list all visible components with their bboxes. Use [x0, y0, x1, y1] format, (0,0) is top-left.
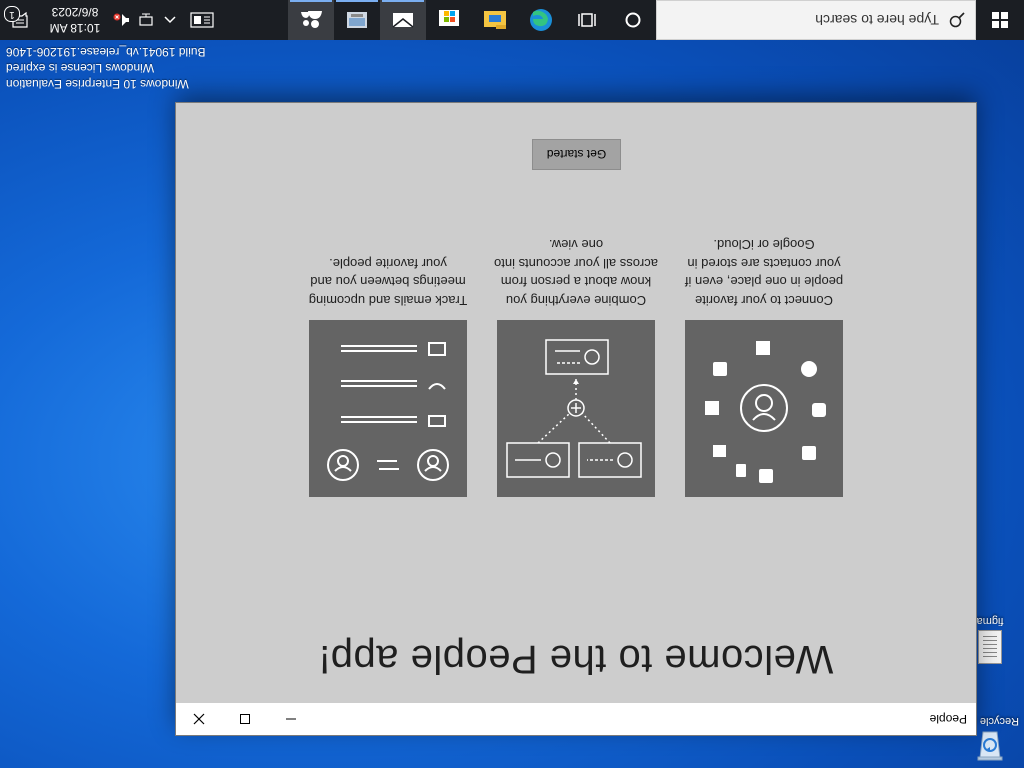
file-explorer-icon [484, 11, 506, 29]
edge-button[interactable] [518, 0, 564, 40]
people-window: People Welcome to the People app! Connec… [176, 103, 976, 735]
notification-count-badge: 1 [4, 6, 20, 22]
feature-description-connect: Connect to your favorite people in one p… [684, 237, 844, 309]
watermark-line-3: Build 19041.vb_release.191206-1406 [6, 45, 206, 59]
network-button[interactable] [134, 0, 158, 40]
minimize-button[interactable] [268, 703, 314, 735]
system-tray: 10:18 AM 8/6/2023 1 [0, 0, 222, 40]
close-button[interactable] [176, 703, 222, 735]
cortana-button[interactable] [610, 0, 656, 40]
cortana-icon [625, 12, 641, 28]
recycle-bin-image [973, 730, 1007, 766]
window-title-bar[interactable]: People [176, 703, 976, 735]
minimize-icon [286, 718, 296, 720]
show-hidden-icons-button[interactable] [158, 0, 182, 40]
skype-bubble-icon [713, 445, 726, 457]
combine-contacts-illustration [506, 339, 642, 478]
watermark-line-2: Windows License is expired [6, 61, 155, 75]
welcome-heading: Welcome to the People app! [318, 637, 834, 681]
search-icon [939, 12, 975, 28]
task-view-button[interactable] [564, 0, 610, 40]
taskbar-clock[interactable]: 10:18 AM 8/6/2023 [40, 4, 110, 36]
people-icon [301, 11, 322, 28]
windows-icon [705, 401, 719, 415]
news-widget-button[interactable] [182, 0, 222, 40]
watermark-line-1: Windows 10 Enterprise Evaluation [6, 77, 189, 91]
get-started-button[interactable]: Get started [532, 139, 621, 170]
file-manager-icon [347, 12, 367, 28]
microsoft-store-button[interactable] [426, 0, 472, 40]
connected-services-illustration [705, 341, 826, 483]
office-icon [759, 469, 773, 483]
news-icon [190, 12, 214, 28]
desktop: Recycle Bin figma People Welcome to the … [0, 0, 1024, 768]
action-center-button[interactable]: 1 [0, 0, 40, 40]
chevron-up-icon [164, 16, 176, 24]
file-manager-button[interactable] [334, 0, 380, 40]
taskbar: Type here to search 10:18 AM 8/6/2023 1 [0, 0, 1024, 40]
start-button[interactable] [976, 0, 1024, 40]
people-button[interactable] [288, 0, 334, 40]
feature-description-combine: Combine everything you know about a pers… [493, 237, 659, 309]
clock-time: 10:18 AM [49, 21, 101, 35]
feature-card-track [309, 320, 467, 497]
google-icon [713, 362, 727, 376]
onedrive-icon [736, 464, 746, 477]
mail-icon [392, 13, 414, 28]
twitter-icon [802, 446, 816, 460]
exchange-icon [756, 341, 770, 355]
document-icon [978, 630, 1002, 664]
maximize-button[interactable] [222, 703, 268, 735]
feature-card-connect [685, 320, 843, 497]
volume-button[interactable] [110, 0, 134, 40]
network-icon [139, 13, 153, 26]
skype-icon [812, 403, 826, 417]
maximize-icon [240, 714, 250, 724]
task-view-icon [578, 13, 596, 27]
track-communications-illustration [327, 342, 449, 481]
edge-icon [530, 9, 552, 31]
volume-muted-icon [113, 13, 129, 26]
search-placeholder: Type here to search [815, 12, 939, 28]
close-icon [193, 713, 205, 725]
mail-button[interactable] [380, 0, 426, 40]
file-explorer-button[interactable] [472, 0, 518, 40]
microsoft-store-icon [439, 10, 459, 26]
feature-card-combine [497, 320, 655, 497]
xbox-icon [801, 361, 817, 377]
taskbar-search-box[interactable]: Type here to search [656, 0, 976, 40]
windows-license-watermark: Windows 10 Enterprise Evaluation Windows… [6, 44, 206, 92]
window-title: People [929, 712, 967, 726]
feature-description-track: Track emails and upcoming meetings betwe… [308, 256, 468, 308]
windows-logo-icon [992, 12, 1008, 28]
clock-date: 8/6/2023 [51, 5, 99, 19]
